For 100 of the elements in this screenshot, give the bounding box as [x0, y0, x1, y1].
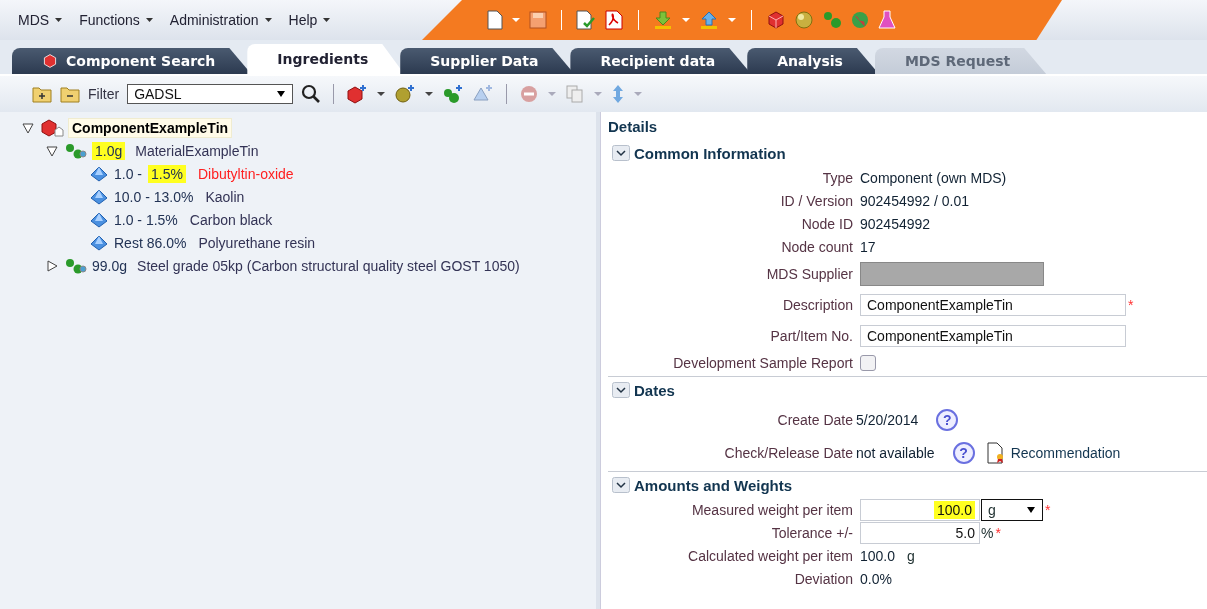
field-label: Development Sample Report	[672, 354, 853, 371]
filter-dropdown[interactable]: GADSL	[127, 84, 294, 104]
caret-icon	[144, 17, 154, 23]
amount-text: 1.0 - 1.5%	[114, 211, 178, 228]
field-value: 5/20/2014	[856, 411, 919, 428]
amount-text: Rest 86.0%	[114, 234, 187, 251]
caret-icon[interactable]	[376, 90, 387, 98]
new-document-icon[interactable]	[487, 10, 503, 30]
field-label: Node ID	[800, 215, 853, 232]
menu-item[interactable]: MDS	[12, 12, 70, 28]
field-value: Component (own MDS)	[860, 169, 1007, 186]
amount-text: 1.5%	[148, 164, 186, 183]
tree-node[interactable]: Polyurethane resin	[198, 234, 316, 251]
amount-text: 1.0g	[92, 141, 126, 160]
input-field[interactable]: ComponentExampleTin	[860, 324, 1126, 347]
menu-item[interactable]: Functions	[73, 12, 160, 28]
diamond-icon	[90, 211, 108, 228]
expand-icon[interactable]	[46, 259, 58, 272]
tree-node[interactable]: Steel grade 05kp (Carbon structural quality steel GOST 1050)	[137, 257, 520, 274]
upload-icon[interactable]	[699, 10, 719, 30]
search-icon[interactable]	[301, 84, 322, 104]
field-label: Type	[821, 169, 853, 186]
collapse-icon[interactable]	[46, 144, 58, 157]
required-mark: *	[995, 524, 1001, 541]
checked-document-icon[interactable]	[576, 10, 596, 30]
diamond-icon	[90, 234, 108, 251]
section-title: Amounts and Weights	[634, 476, 793, 494]
input-field[interactable]: 100.0	[860, 498, 980, 521]
caret-icon	[322, 17, 332, 23]
field-value: 100.0	[860, 547, 896, 564]
field-label: Create Date	[776, 411, 853, 428]
molecule-icon	[64, 142, 88, 159]
help-button[interactable]: ?	[952, 441, 975, 464]
help-button[interactable]: ?	[936, 408, 959, 431]
collapse-icon[interactable]	[612, 145, 630, 161]
section-title: Common Information	[634, 144, 786, 162]
required-mark: *	[1128, 296, 1134, 313]
flask-icon[interactable]	[878, 10, 896, 30]
field-value: 902454992 / 0.01	[860, 192, 969, 209]
cube-icon	[40, 118, 64, 137]
menu-item[interactable]: Help	[282, 12, 338, 28]
field-label: ID / Version	[779, 192, 853, 209]
menu-item[interactable]: Administration	[163, 12, 279, 28]
recommendation-link[interactable]: Recommendation	[1010, 444, 1121, 461]
collapse-icon[interactable]	[612, 477, 630, 493]
unit-text: %	[981, 524, 994, 541]
collapse-icon[interactable]	[612, 382, 630, 398]
field-label: Tolerance +/-	[770, 524, 853, 541]
required-mark: *	[1045, 501, 1051, 518]
field-value: 902454992	[860, 215, 931, 232]
certificate-document-icon[interactable]	[986, 441, 1005, 464]
expand-folder-icon[interactable]	[32, 85, 52, 103]
add-diamond-icon[interactable]	[472, 84, 495, 104]
download-icon[interactable]	[653, 10, 673, 30]
field-label: MDS Supplier	[765, 265, 853, 282]
pdf-icon[interactable]	[604, 10, 624, 30]
collapse-icon[interactable]	[22, 121, 34, 134]
add-sphere-icon[interactable]	[394, 84, 417, 104]
caret-icon	[276, 90, 287, 98]
field-label: Description	[781, 296, 853, 313]
amount-text: 99.0g	[92, 257, 128, 274]
caret-icon	[263, 17, 273, 23]
unit-dropdown[interactable]: g	[981, 498, 1043, 521]
section-title: Dates	[634, 381, 675, 399]
diamond-icon	[90, 188, 108, 205]
field-value: 0.0%	[860, 570, 892, 587]
unit-text: g	[907, 547, 915, 564]
filter-label: Filter	[88, 86, 120, 102]
save-icon[interactable]	[529, 11, 547, 29]
tree-node[interactable]: ComponentExampleTin	[68, 117, 233, 138]
field-label: Node count	[780, 238, 853, 255]
panel-title: Details	[608, 118, 659, 137]
amount-text: 10.0 - 13.0%	[114, 188, 194, 205]
caret-icon	[1026, 505, 1036, 514]
globe-icon[interactable]	[850, 10, 870, 30]
field-label: Part/Item No.	[769, 327, 853, 344]
field-label: Calculated weight per item	[687, 547, 853, 564]
add-molecule-icon[interactable]	[442, 84, 465, 104]
sphere-icon[interactable]	[794, 10, 814, 30]
remove-icon[interactable]	[519, 84, 540, 104]
field-label: Measured weight per item	[690, 501, 853, 518]
cube-icon[interactable]	[766, 10, 786, 30]
tree-node[interactable]: Kaolin	[205, 188, 245, 205]
input-field[interactable]: ComponentExampleTin	[860, 293, 1126, 316]
caret-icon[interactable]	[424, 90, 435, 98]
amount-text: 1.0 -	[114, 165, 142, 182]
caret-icon	[54, 17, 64, 23]
input-field[interactable]: 5.0	[860, 521, 980, 544]
field-label: Check/Release Date	[723, 444, 853, 461]
add-cube-icon[interactable]	[346, 84, 369, 104]
checkbox[interactable]	[860, 354, 876, 371]
move-icon[interactable]	[611, 84, 626, 104]
diamond-icon	[90, 165, 108, 182]
field-value: not available	[856, 444, 935, 461]
field-label: Deviation	[793, 570, 853, 587]
tree-node[interactable]: MaterialExampleTin	[135, 142, 259, 159]
tree-node[interactable]: Carbon black	[189, 211, 273, 228]
collapse-folder-icon[interactable]	[60, 85, 80, 103]
field-value: 17	[860, 238, 876, 255]
molecule-icon	[64, 257, 88, 274]
